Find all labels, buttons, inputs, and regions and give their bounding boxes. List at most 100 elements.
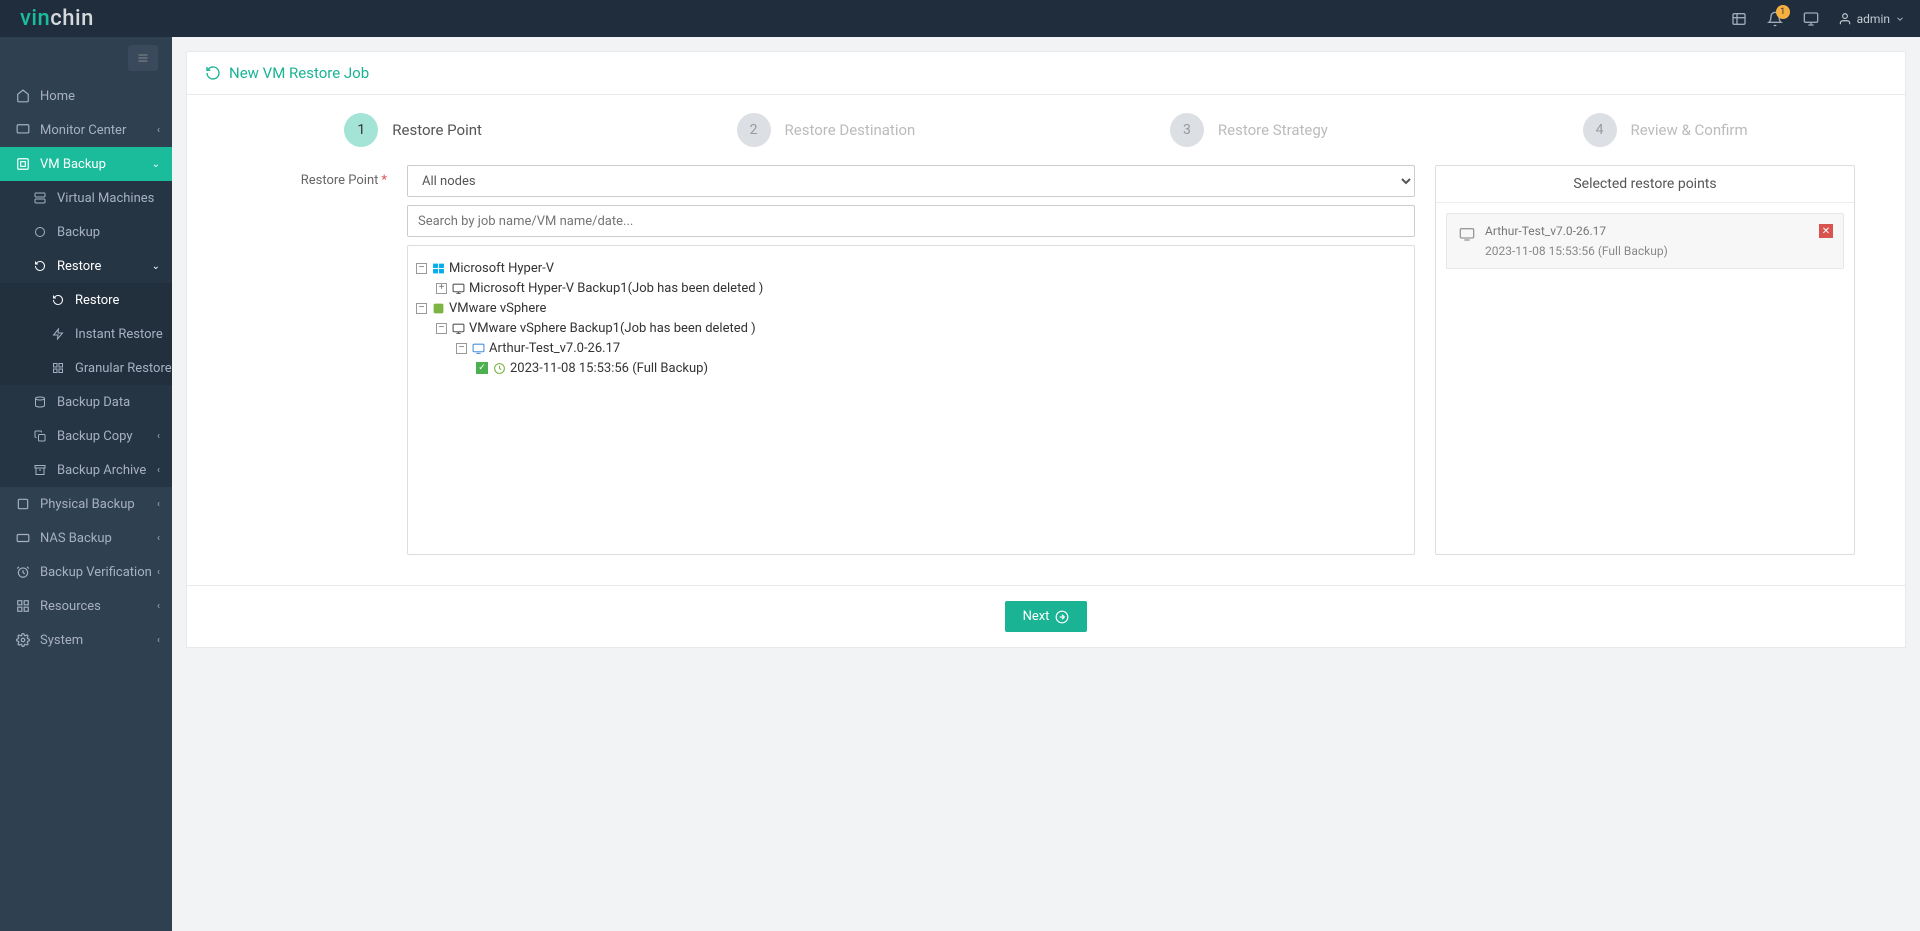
sidebar-label: Backup Copy xyxy=(57,429,133,444)
step-number: 1 xyxy=(344,113,378,147)
sidebar-item-resources[interactable]: Resources ‹ xyxy=(0,589,172,623)
sidebar-item-restore[interactable]: Restore ⌄ xyxy=(0,249,172,283)
topbar: vinchin 1 admin xyxy=(0,0,1920,37)
sidebar-label: Restore xyxy=(57,259,101,274)
resources-icon xyxy=(15,598,31,614)
job-icon xyxy=(451,321,465,335)
sidebar-label: System xyxy=(40,633,83,648)
node-select[interactable]: All nodes xyxy=(407,165,1415,197)
form-area: Restore Point* All nodes − Microsoft Hyp… xyxy=(187,165,1905,585)
sidebar-item-system[interactable]: System ‹ xyxy=(0,623,172,657)
page-title: New VM Restore Job xyxy=(229,64,369,82)
bell-icon[interactable]: 1 xyxy=(1766,10,1784,28)
tree-label: VMware vSphere Backup1(Job has been dele… xyxy=(469,321,756,336)
user-menu[interactable]: admin xyxy=(1838,12,1905,26)
nas-icon xyxy=(15,530,31,546)
sidebar-item-backup-data[interactable]: Backup Data xyxy=(0,385,172,419)
tree-node-restore-point[interactable]: ✓ 2023-11-08 15:53:56 (Full Backup) xyxy=(416,358,1406,378)
tree-label: 2023-11-08 15:53:56 (Full Backup) xyxy=(510,361,708,376)
wizard-step-3[interactable]: 3 Restore Strategy xyxy=(1170,113,1328,147)
chevron-left-icon: ‹ xyxy=(157,567,160,578)
monitor-icon[interactable] xyxy=(1802,10,1820,28)
circle-icon xyxy=(32,224,48,240)
wizard-step-4[interactable]: 4 Review & Confirm xyxy=(1583,113,1748,147)
tree-node-vmware-job[interactable]: − VMware vSphere Backup1(Job has been de… xyxy=(416,318,1406,338)
chevron-down-icon: ⌄ xyxy=(152,159,160,170)
tree-expand-icon[interactable]: + xyxy=(436,283,447,294)
sidebar-item-monitor[interactable]: Monitor Center ‹ xyxy=(0,113,172,147)
tree-node-hyperv-job[interactable]: + Microsoft Hyper-V Backup1(Job has been… xyxy=(416,278,1406,298)
sidebar-item-backup-archive[interactable]: Backup Archive ‹ xyxy=(0,453,172,487)
tree-collapse-icon[interactable]: − xyxy=(416,303,427,314)
step-label: Restore Point xyxy=(392,121,482,139)
notification-badge: 1 xyxy=(1776,5,1790,19)
sidebar-item-verification[interactable]: Backup Verification ‹ xyxy=(0,555,172,589)
step-label: Review & Confirm xyxy=(1631,121,1748,139)
chevron-down-icon xyxy=(1895,14,1905,24)
copy-icon xyxy=(32,428,48,444)
sidebar-item-home[interactable]: Home xyxy=(0,79,172,113)
step-label: Restore Strategy xyxy=(1218,121,1328,139)
tree-node-hyperv[interactable]: − Microsoft Hyper-V xyxy=(416,258,1406,278)
panel-header: New VM Restore Job xyxy=(187,52,1905,95)
sidebar-item-virtual-machines[interactable]: Virtual Machines xyxy=(0,181,172,215)
tree-collapse-icon[interactable]: − xyxy=(416,263,427,274)
restore-icon xyxy=(50,292,66,308)
step-number: 3 xyxy=(1170,113,1204,147)
topbar-right: 1 admin xyxy=(1730,10,1905,28)
sidebar-label: Resources xyxy=(40,599,101,614)
wizard-step-2[interactable]: 2 Restore Destination xyxy=(737,113,916,147)
user-name: admin xyxy=(1857,12,1890,26)
arrow-right-icon xyxy=(1055,610,1069,624)
next-button-label: Next xyxy=(1023,609,1050,624)
tree-label: Microsoft Hyper-V Backup1(Job has been d… xyxy=(469,281,763,296)
chevron-left-icon: ‹ xyxy=(157,499,160,510)
step-number: 4 xyxy=(1583,113,1617,147)
required-mark: * xyxy=(381,173,387,188)
sidebar-item-instant-restore[interactable]: Instant Restore xyxy=(0,317,172,351)
sidebar-item-vmbackup[interactable]: VM Backup ⌄ xyxy=(0,147,172,181)
selected-item-name: Arthur-Test_v7.0-26.17 xyxy=(1485,224,1668,238)
chevron-left-icon: ‹ xyxy=(157,601,160,612)
sidebar-label: Restore xyxy=(75,293,119,308)
selected-points-panel: Selected restore points Arthur-Test_v7.0… xyxy=(1435,165,1855,555)
sidebar-item-restore-sub[interactable]: Restore xyxy=(0,283,172,317)
tree-collapse-icon[interactable]: − xyxy=(456,343,467,354)
tree-label: VMware vSphere xyxy=(449,301,546,316)
sidebar-toggle-button[interactable] xyxy=(128,45,158,71)
search-input[interactable] xyxy=(407,205,1415,237)
sidebar-item-backup[interactable]: Backup xyxy=(0,215,172,249)
remove-selected-button[interactable]: ✕ xyxy=(1819,224,1833,238)
sidebar-label: Monitor Center xyxy=(40,123,126,138)
physical-icon xyxy=(15,496,31,512)
chevron-down-icon: ⌄ xyxy=(152,261,160,272)
sidebar: Home Monitor Center ‹ VM Backup ⌄ Virtua… xyxy=(0,37,172,931)
tree-collapse-icon[interactable]: − xyxy=(436,323,447,334)
tree-node-vmware[interactable]: − VMware vSphere xyxy=(416,298,1406,318)
vm-icon xyxy=(471,341,485,355)
tree-node-vm[interactable]: − Arthur-Test_v7.0-26.17 xyxy=(416,338,1406,358)
form-left: Restore Point* All nodes − Microsoft Hyp… xyxy=(237,165,1415,555)
home-icon xyxy=(15,88,31,104)
list-icon[interactable] xyxy=(1730,10,1748,28)
sidebar-item-granular-restore[interactable]: Granular Restore xyxy=(0,351,172,385)
sidebar-label: Virtual Machines xyxy=(57,191,154,206)
step-number: 2 xyxy=(737,113,771,147)
chevron-left-icon: ‹ xyxy=(157,465,160,476)
selected-item: Arthur-Test_v7.0-26.17 2023-11-08 15:53:… xyxy=(1446,213,1844,269)
selected-body: Arthur-Test_v7.0-26.17 2023-11-08 15:53:… xyxy=(1436,203,1854,279)
restore-icon xyxy=(205,65,221,81)
bolt-icon xyxy=(50,326,66,342)
sidebar-item-physical[interactable]: Physical Backup ‹ xyxy=(0,487,172,521)
sidebar-item-backup-copy[interactable]: Backup Copy ‹ xyxy=(0,419,172,453)
restore-point-tree: − Microsoft Hyper-V + Microsoft Hyper-V … xyxy=(407,245,1415,555)
footer-bar: Next xyxy=(186,586,1906,648)
next-button[interactable]: Next xyxy=(1005,601,1088,632)
tree-checkbox-checked[interactable]: ✓ xyxy=(476,362,488,374)
selected-item-text: Arthur-Test_v7.0-26.17 2023-11-08 15:53:… xyxy=(1485,224,1668,258)
field-label: Restore Point* xyxy=(237,165,387,555)
vm-icon xyxy=(15,156,31,172)
sidebar-item-nas[interactable]: NAS Backup ‹ xyxy=(0,521,172,555)
wizard-step-1[interactable]: 1 Restore Point xyxy=(344,113,482,147)
sidebar-label: Granular Restore xyxy=(75,361,172,376)
